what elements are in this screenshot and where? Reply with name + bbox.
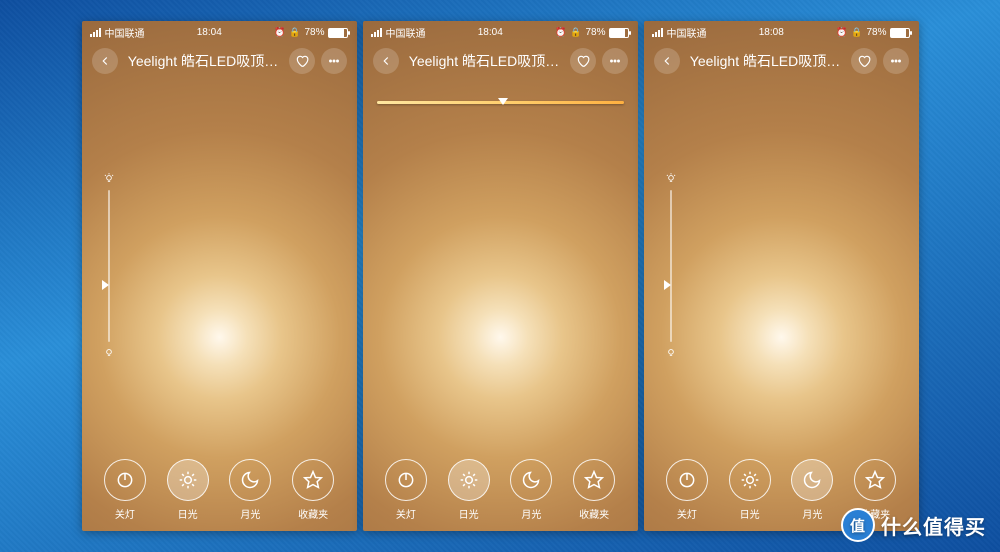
back-button[interactable] [92,48,118,74]
status-bar: 中国联通 18:08 ⏰ 🔒 78% [644,21,919,42]
battery-label: 78% [866,27,886,38]
nav-bar: Yeelight 皓石LED吸顶… [644,42,919,84]
mode-sun-button[interactable]: 日光 [167,459,209,521]
battery-label: 78% [585,27,605,38]
mode-label: 收藏夹 [298,506,328,521]
battery-icon [890,28,910,38]
mode-fav-button[interactable]: 收藏夹 [573,459,615,521]
nav-bar: Yeelight 皓石LED吸顶… [82,42,357,84]
mode-label: 关灯 [396,506,416,521]
page-title: Yeelight 皓石LED吸顶… [686,51,845,71]
carrier-label: 中国联通 [386,25,426,40]
carrier-label: 中国联通 [667,25,707,40]
slider-handle-icon[interactable] [102,280,109,290]
off-icon [385,459,427,501]
mode-label: 日光 [178,506,198,521]
mode-fav-button[interactable]: 收藏夹 [292,459,334,521]
moon-icon [510,459,552,501]
watermark-badge: 值 [841,508,875,542]
signal-icon [371,28,382,37]
slider-handle-icon[interactable] [498,98,508,105]
phone-screen: 中国联通 18:04 ⏰ 🔒 78% Yeelight 皓石LED吸顶… 关灯 … [363,21,638,531]
moon-icon [791,459,833,501]
clock-label: 18:04 [197,27,222,38]
back-button[interactable] [373,48,399,74]
favorite-button[interactable] [570,48,596,74]
battery-icon [609,28,629,38]
mode-off-button[interactable]: 关灯 [385,459,427,521]
mode-moon-button[interactable]: 月光 [791,459,833,521]
stage: 中国联通 18:04 ⏰ 🔒 78% Yeelight 皓石LED吸顶… 关灯 … [0,0,1000,552]
carrier-label: 中国联通 [105,25,145,40]
mode-off-button[interactable]: 关灯 [104,459,146,521]
brightness-slider[interactable] [662,176,680,356]
rotation-lock-icon: 🔒 [570,27,581,38]
bulb-off-icon [102,346,116,360]
nav-bar: Yeelight 皓石LED吸顶… [363,42,638,84]
rotation-lock-icon: 🔒 [851,27,862,38]
mode-label: 关灯 [677,506,697,521]
moon-icon [229,459,271,501]
fav-icon [854,459,896,501]
mode-sun-button[interactable]: 日光 [729,459,771,521]
favorite-button[interactable] [289,48,315,74]
fav-icon [573,459,615,501]
off-icon [666,459,708,501]
mode-label: 日光 [740,506,760,521]
bulb-off-icon [664,346,678,360]
status-bar: 中国联通 18:04 ⏰ 🔒 78% [82,21,357,42]
clock-label: 18:08 [759,27,784,38]
battery-icon [328,28,348,38]
signal-icon [652,28,663,37]
sun-icon [448,459,490,501]
more-button[interactable] [883,48,909,74]
battery-label: 78% [304,27,324,38]
mode-label: 日光 [459,506,479,521]
signal-icon [90,28,101,37]
mode-moon-button[interactable]: 月光 [229,459,271,521]
page-title: Yeelight 皓石LED吸顶… [405,51,564,71]
mode-label: 月光 [802,506,822,521]
off-icon [104,459,146,501]
phone-screen: 中国联通 18:04 ⏰ 🔒 78% Yeelight 皓石LED吸顶… 关灯 … [82,21,357,531]
mode-label: 月光 [521,506,541,521]
page-title: Yeelight 皓石LED吸顶… [124,51,283,71]
more-button[interactable] [602,48,628,74]
status-bar: 中国联通 18:04 ⏰ 🔒 78% [363,21,638,42]
alarm-icon: ⏰ [555,27,566,38]
sun-icon [729,459,771,501]
bulb-on-icon [102,172,116,186]
clock-label: 18:04 [478,27,503,38]
back-button[interactable] [654,48,680,74]
favorite-button[interactable] [851,48,877,74]
mode-sun-button[interactable]: 日光 [448,459,490,521]
alarm-icon: ⏰ [274,27,285,38]
mode-label: 关灯 [115,506,135,521]
fav-icon [292,459,334,501]
bulb-on-icon [664,172,678,186]
color-temp-slider[interactable] [377,101,624,115]
mode-moon-button[interactable]: 月光 [510,459,552,521]
rotation-lock-icon: 🔒 [289,27,300,38]
mode-bar: 关灯 日光 月光 收藏夹 [82,459,357,521]
mode-bar: 关灯 日光 月光 收藏夹 [363,459,638,521]
phone-screen: 中国联通 18:08 ⏰ 🔒 78% Yeelight 皓石LED吸顶… 关灯 … [644,21,919,531]
watermark-text: 什么值得买 [881,511,986,540]
brightness-slider[interactable] [100,176,118,356]
watermark: 值 什么值得买 [841,508,986,542]
slider-handle-icon[interactable] [664,280,671,290]
alarm-icon: ⏰ [836,27,847,38]
mode-off-button[interactable]: 关灯 [666,459,708,521]
mode-label: 收藏夹 [579,506,609,521]
more-button[interactable] [321,48,347,74]
mode-label: 月光 [240,506,260,521]
sun-icon [167,459,209,501]
